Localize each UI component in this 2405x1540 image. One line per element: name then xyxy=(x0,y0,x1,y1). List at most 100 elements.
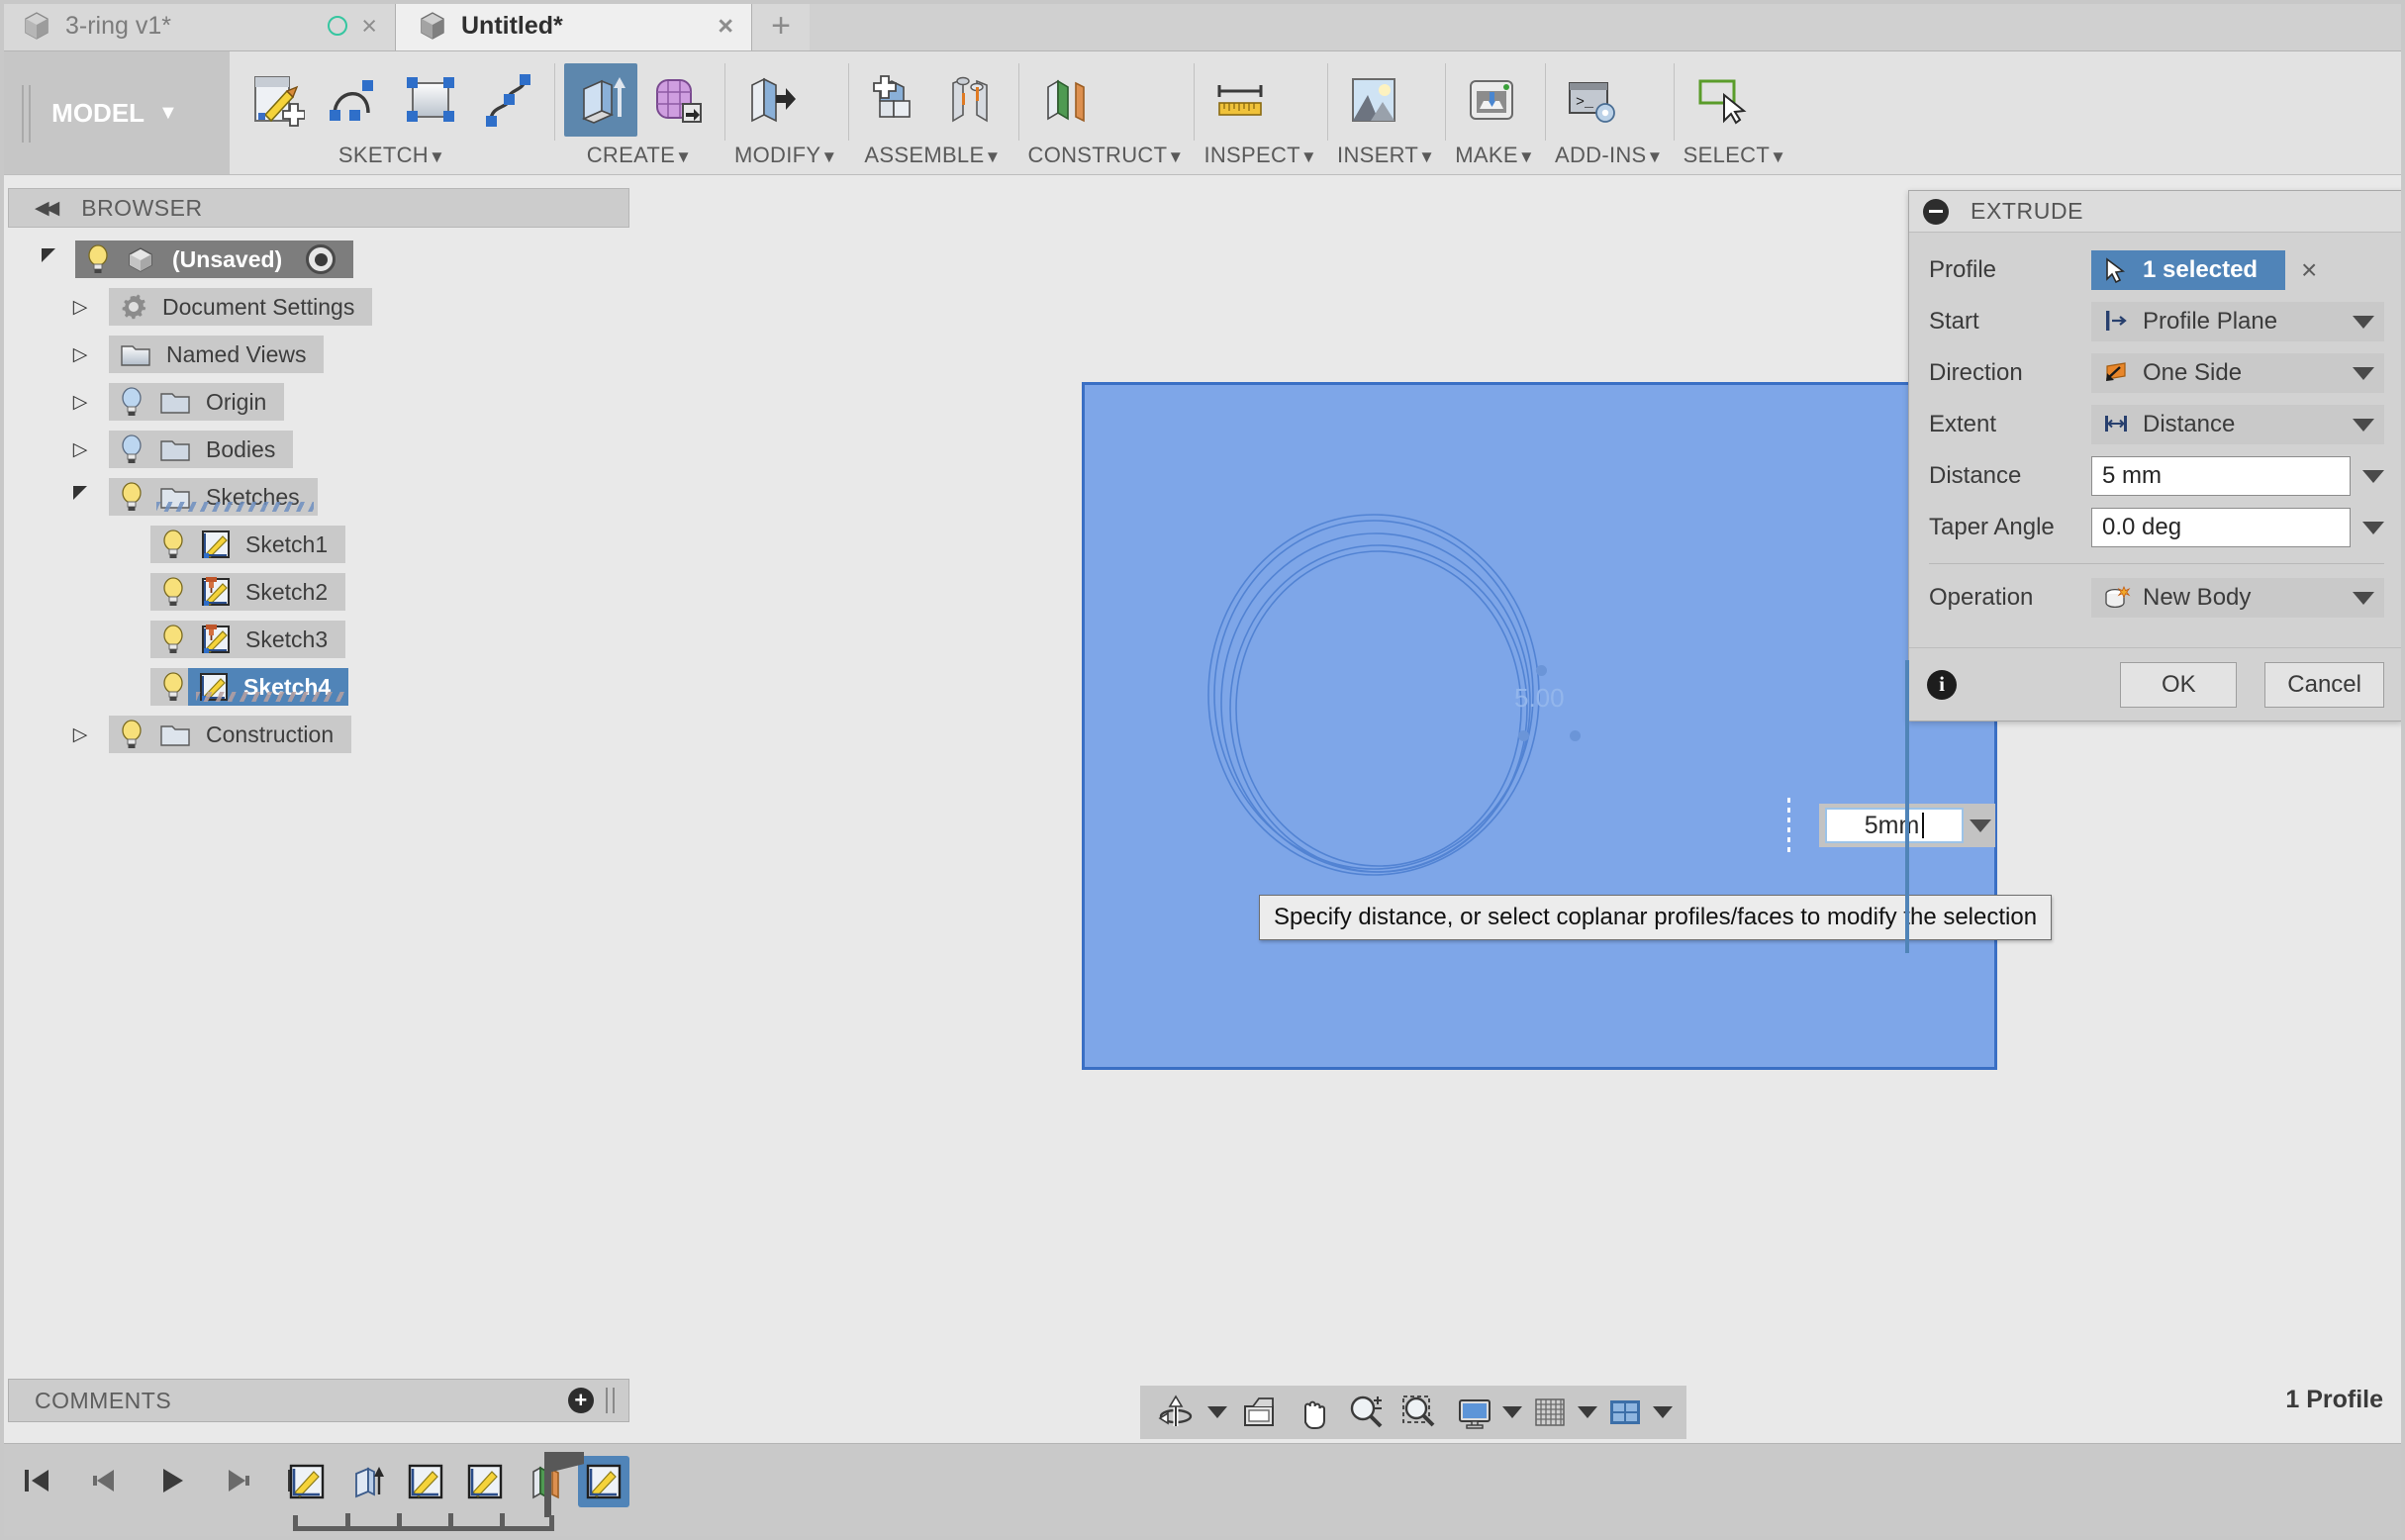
lightbulb-icon[interactable] xyxy=(119,434,144,464)
document-tab-untitled[interactable]: Untitled* × xyxy=(396,1,752,50)
workspace-switcher[interactable]: MODEL ▼ xyxy=(0,51,230,174)
lightbulb-icon[interactable] xyxy=(160,577,186,607)
chevron-down-icon[interactable] xyxy=(2353,315,2374,329)
extrude-preview-profile[interactable] xyxy=(1082,382,1997,1070)
chevron-down-icon[interactable] xyxy=(2362,521,2384,534)
panel-resize-grip[interactable] xyxy=(606,1388,615,1413)
ribbon-group-label-assemble[interactable]: ASSEMBLE▼ xyxy=(858,141,1009,168)
insert-image-button[interactable] xyxy=(1337,63,1410,137)
ribbon-group-label-sketch[interactable]: SKETCH▼ xyxy=(240,141,544,168)
timeline-extrude1-feature[interactable] xyxy=(340,1456,392,1507)
lightbulb-icon[interactable] xyxy=(160,529,186,559)
direction-dropdown[interactable]: One Side xyxy=(2091,353,2384,393)
ribbon-group-label-construct[interactable]: CONSTRUCT▼ xyxy=(1028,141,1185,168)
pan-icon[interactable] xyxy=(1291,1391,1334,1434)
step-back-icon[interactable] xyxy=(81,1458,127,1503)
grid-snap-icon[interactable] xyxy=(1528,1391,1572,1434)
tree-row-document-settings[interactable]: ▷ Document Settings xyxy=(0,283,633,331)
scripts-addins-button[interactable]: >_ xyxy=(1555,63,1628,137)
activate-component-radio[interactable] xyxy=(306,244,337,274)
measure-button[interactable] xyxy=(1203,63,1277,137)
lightbulb-icon[interactable] xyxy=(119,387,144,417)
create-form-button[interactable] xyxy=(641,63,715,137)
comments-panel-header[interactable]: COMMENTS + xyxy=(8,1379,629,1422)
lightbulb-icon[interactable] xyxy=(160,672,186,702)
step-forward-icon[interactable] xyxy=(216,1458,261,1503)
orbit-caret-icon[interactable] xyxy=(1207,1406,1227,1418)
tree-item-named-views[interactable]: Named Views xyxy=(109,336,325,373)
tree-item-sketch4[interactable]: Sketch4 xyxy=(188,668,349,706)
tree-item-sketch4-bulb-wrap[interactable] xyxy=(150,668,188,706)
ribbon-group-label-select[interactable]: SELECT▼ xyxy=(1684,141,1787,168)
canvas-distance-input[interactable]: 5mm xyxy=(1825,808,1964,843)
extrude-dialog-titlebar[interactable]: EXTRUDE xyxy=(1909,191,2402,233)
grid-caret-icon[interactable] xyxy=(1578,1406,1597,1418)
document-tab-3-ring[interactable]: 3-ring v1* × xyxy=(0,1,396,50)
info-icon[interactable]: i xyxy=(1927,669,1957,700)
operation-dropdown[interactable]: New Body xyxy=(2091,578,2384,618)
tree-row-sketches[interactable]: Sketches xyxy=(0,473,633,521)
tree-item-bodies[interactable]: Bodies xyxy=(109,431,294,468)
tree-row-construction[interactable]: ▷ Construction xyxy=(0,711,633,758)
ribbon-group-label-modify[interactable]: MODIFY▼ xyxy=(734,141,838,168)
timeline-sketch3-feature[interactable] xyxy=(459,1456,511,1507)
tree-item-origin[interactable]: Origin xyxy=(109,383,285,421)
zoom-icon[interactable] xyxy=(1344,1391,1388,1434)
go-to-beginning-icon[interactable] xyxy=(14,1458,59,1503)
close-tab-icon[interactable]: × xyxy=(361,12,377,40)
rectangle-button[interactable] xyxy=(394,63,467,137)
joint-button[interactable] xyxy=(935,63,1009,137)
timeline-marker[interactable] xyxy=(544,1452,584,1517)
new-component-button[interactable] xyxy=(858,63,931,137)
add-comment-icon[interactable]: + xyxy=(568,1388,594,1413)
ribbon-group-label-make[interactable]: MAKE▼ xyxy=(1455,141,1535,168)
timeline-sketch1-feature[interactable] xyxy=(281,1456,333,1507)
extent-dropdown[interactable]: Distance xyxy=(2091,405,2384,444)
spline-button[interactable] xyxy=(471,63,544,137)
tree-row-sketch4[interactable]: Sketch4 xyxy=(0,663,633,711)
tree-row-bodies[interactable]: ▷ Bodies xyxy=(0,426,633,473)
close-tab-icon[interactable]: × xyxy=(718,12,733,40)
cancel-button[interactable]: Cancel xyxy=(2264,661,2384,708)
lightbulb-icon[interactable] xyxy=(119,720,144,749)
create-sketch-button[interactable] xyxy=(240,63,313,137)
look-at-icon[interactable] xyxy=(1237,1391,1281,1434)
expand-twisty-icon[interactable]: ▷ xyxy=(67,343,93,366)
press-pull-button[interactable] xyxy=(734,63,808,137)
zoom-window-icon[interactable] xyxy=(1397,1391,1441,1434)
new-tab-button[interactable]: + xyxy=(752,1,810,50)
expand-twisty-icon[interactable]: ▷ xyxy=(67,296,93,319)
extrude-button[interactable] xyxy=(564,63,637,137)
ribbon-group-label-inspect[interactable]: INSPECT▼ xyxy=(1203,141,1317,168)
chevron-down-icon[interactable] xyxy=(1970,818,1991,832)
tree-item-sketch2[interactable]: Sketch2 xyxy=(150,573,346,611)
tree-item-construction[interactable]: Construction xyxy=(109,716,352,753)
tree-row-named-views[interactable]: ▷ Named Views xyxy=(0,331,633,378)
viewports-icon[interactable] xyxy=(1603,1391,1647,1434)
display-settings-icon[interactable] xyxy=(1453,1391,1496,1434)
select-button[interactable] xyxy=(1684,63,1757,137)
expand-twisty-icon[interactable] xyxy=(67,490,93,504)
play-icon[interactable] xyxy=(148,1458,194,1503)
tree-item-sketches[interactable]: Sketches xyxy=(109,478,318,516)
tree-row-sketch3[interactable]: Sketch3 xyxy=(0,616,633,663)
expand-twisty-icon[interactable]: ▷ xyxy=(67,723,93,746)
tree-row-origin[interactable]: ▷ Origin xyxy=(0,378,633,426)
profile-selection-field[interactable]: 1 selected xyxy=(2091,250,2285,290)
start-dropdown[interactable]: Profile Plane xyxy=(2091,302,2384,341)
collapse-panel-icon[interactable]: ◀◀ xyxy=(35,197,59,220)
timeline-sketch4-feature[interactable] xyxy=(578,1456,629,1507)
tree-item-sketch1[interactable]: Sketch1 xyxy=(150,526,346,563)
tree-row-sketch2[interactable]: Sketch2 xyxy=(0,568,633,616)
tree-item-sketch3[interactable]: Sketch3 xyxy=(150,621,346,658)
ribbon-group-label-addins[interactable]: ADD-INS▼ xyxy=(1555,141,1664,168)
expand-twisty-icon[interactable]: ▷ xyxy=(67,438,93,461)
tree-item-document-settings[interactable]: Document Settings xyxy=(109,288,373,326)
chevron-down-icon[interactable] xyxy=(2353,591,2374,605)
display-caret-icon[interactable] xyxy=(1502,1406,1522,1418)
lightbulb-icon[interactable] xyxy=(160,625,186,654)
taper-angle-input[interactable]: 0.0 deg xyxy=(2091,508,2351,547)
distance-input[interactable]: 5 mm xyxy=(2091,456,2351,496)
viewports-caret-icon[interactable] xyxy=(1653,1406,1673,1418)
lightbulb-icon[interactable] xyxy=(85,244,111,274)
